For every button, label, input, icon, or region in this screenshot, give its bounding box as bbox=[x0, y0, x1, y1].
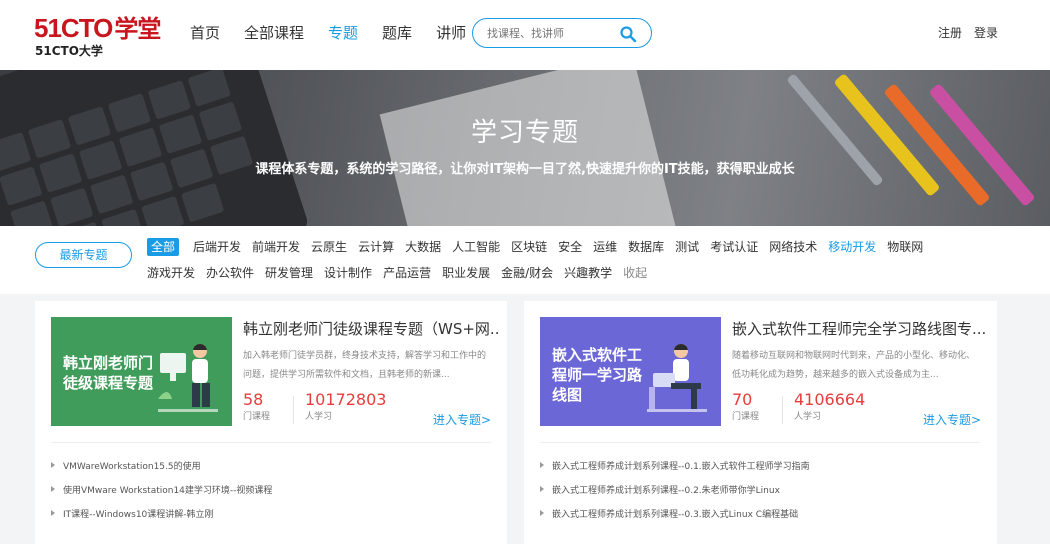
stat-divider bbox=[293, 396, 294, 424]
triangle-bullet-icon bbox=[51, 486, 55, 492]
course-count-label: 门课程 bbox=[732, 412, 760, 422]
collapse-categories-link[interactable]: 收起 bbox=[623, 264, 647, 282]
learner-count: 4106664 人学习 bbox=[794, 389, 865, 423]
category-rd-management[interactable]: 研发管理 bbox=[265, 264, 313, 282]
learner-count-label: 人学习 bbox=[305, 412, 333, 422]
list-item[interactable]: 嵌入式工程师养成计划系列课程--0.2.朱老师带你学Linux bbox=[540, 485, 810, 509]
category-row-1: 全部 后端开发 前端开发 云原生 云计算 大数据 人工智能 区块链 安全 运维 … bbox=[147, 238, 934, 256]
course-list: 嵌入式工程师养成计划系列课程--0.1.嵌入式软件工程师学习指南 嵌入式工程师养… bbox=[540, 461, 810, 533]
site-logo[interactable]: 51CTO学堂 51CTO大学 bbox=[34, 13, 174, 61]
search-input[interactable] bbox=[487, 25, 607, 42]
category-database[interactable]: 数据库 bbox=[628, 238, 664, 256]
latest-topics-button[interactable]: 最新专题 bbox=[35, 242, 132, 268]
enter-topic-link[interactable]: 进入专题> bbox=[923, 411, 981, 428]
nav-home[interactable]: 首页 bbox=[190, 22, 220, 44]
logo-wordmark: 51CTO学堂 bbox=[34, 13, 161, 43]
learner-count-value: 10172803 bbox=[305, 390, 387, 409]
topic-thumbnail[interactable]: 嵌入式软件工程师一学习路线图 bbox=[540, 317, 721, 426]
nav-all-courses[interactable]: 全部课程 bbox=[244, 22, 304, 44]
category-security[interactable]: 安全 bbox=[558, 238, 582, 256]
list-item[interactable]: 嵌入式工程师养成计划系列课程--0.3.嵌入式Linux C编程基础 bbox=[540, 509, 810, 533]
main-nav: 首页 全部课程 专题 题库 讲师 bbox=[190, 22, 490, 44]
category-ai[interactable]: 人工智能 bbox=[452, 238, 500, 256]
site-header: 51CTO学堂 51CTO大学 首页 全部课程 专题 题库 讲师 注册 登录 bbox=[0, 0, 1050, 70]
card-divider bbox=[51, 442, 491, 443]
register-link[interactable]: 注册 bbox=[938, 24, 962, 42]
auth-links: 注册 登录 bbox=[926, 24, 998, 42]
nav-question-bank[interactable]: 题库 bbox=[382, 22, 412, 44]
search-icon[interactable] bbox=[619, 25, 637, 43]
course-count-value: 70 bbox=[732, 390, 753, 409]
category-big-data[interactable]: 大数据 bbox=[405, 238, 441, 256]
category-row-2: 游戏开发 办公软件 研发管理 设计制作 产品运营 职业发展 金融/财会 兴趣教学… bbox=[147, 264, 658, 282]
list-item[interactable]: VMWareWorkstation15.5的使用 bbox=[51, 461, 272, 485]
learner-count-label: 人学习 bbox=[794, 412, 822, 422]
list-item[interactable]: IT课程--Windows10课程讲解-韩立刚 bbox=[51, 509, 272, 533]
category-certification[interactable]: 考试认证 bbox=[710, 238, 758, 256]
login-link[interactable]: 登录 bbox=[974, 24, 998, 42]
category-all[interactable]: 全部 bbox=[147, 238, 180, 256]
nav-topics[interactable]: 专题 bbox=[328, 22, 358, 44]
enter-topic-link[interactable]: 进入专题> bbox=[433, 411, 491, 428]
category-frontend[interactable]: 前端开发 bbox=[252, 238, 300, 256]
search-box bbox=[472, 18, 652, 48]
list-item[interactable]: 嵌入式工程师养成计划系列课程--0.1.嵌入式软件工程师学习指南 bbox=[540, 461, 810, 485]
category-filter: 最新专题 全部 后端开发 前端开发 云原生 云计算 大数据 人工智能 区块链 安… bbox=[0, 226, 1050, 294]
topic-card: 韩立刚老师门徒级课程专题 韩立刚老师门徒级课程专题（WS+网... 加入韩老师门… bbox=[35, 301, 507, 544]
triangle-bullet-icon bbox=[540, 462, 544, 468]
course-list: VMWareWorkstation15.5的使用 使用VMware Workst… bbox=[51, 461, 272, 533]
category-cloud-computing[interactable]: 云计算 bbox=[358, 238, 394, 256]
course-count: 58 门课程 bbox=[243, 389, 270, 423]
category-game-dev[interactable]: 游戏开发 bbox=[147, 264, 195, 282]
triangle-bullet-icon bbox=[51, 510, 55, 516]
category-blockchain[interactable]: 区块链 bbox=[511, 238, 547, 256]
person-at-computer-icon bbox=[158, 343, 218, 412]
category-office[interactable]: 办公软件 bbox=[206, 264, 254, 282]
list-item[interactable]: 使用VMware Workstation14建学习环境--视频课程 bbox=[51, 485, 272, 509]
card-divider bbox=[540, 442, 980, 443]
category-iot[interactable]: 物联网 bbox=[887, 238, 923, 256]
course-count-label: 门课程 bbox=[243, 412, 271, 422]
category-mobile[interactable]: 移动开发 bbox=[828, 238, 876, 256]
topic-card: 嵌入式软件工程师一学习路线图 嵌入式软件工程师完全学习路线图专... 随着移动互… bbox=[524, 301, 997, 544]
learner-count-value: 4106664 bbox=[794, 390, 866, 409]
course-count: 70 门课程 bbox=[732, 389, 759, 423]
topic-title[interactable]: 嵌入式软件工程师完全学习路线图专... bbox=[732, 318, 988, 340]
topic-description: 加入韩老师门徒学员群，终身技术支持，解答学习和工作中的问题，提供学习所需软件和文… bbox=[243, 351, 487, 380]
category-design[interactable]: 设计制作 bbox=[324, 264, 372, 282]
banner-title: 学习专题 bbox=[470, 118, 579, 148]
category-hobby[interactable]: 兴趣教学 bbox=[564, 264, 612, 282]
category-cloud-native[interactable]: 云原生 bbox=[311, 238, 347, 256]
category-product[interactable]: 产品运营 bbox=[383, 264, 431, 282]
topic-title[interactable]: 韩立刚老师门徒级课程专题（WS+网... bbox=[243, 318, 499, 340]
category-backend[interactable]: 后端开发 bbox=[193, 238, 241, 256]
topic-thumbnail[interactable]: 韩立刚老师门徒级课程专题 bbox=[51, 317, 232, 426]
topics-banner: 学习专题 课程体系专题，系统的学习路径，让你对IT架构一目了然,快速提升你的IT… bbox=[0, 70, 1050, 226]
topic-description: 随着移动互联网和物联网时代到来，产品的小型化、移动化、低功耗化成为趋势，越来越多… bbox=[732, 351, 976, 380]
category-ops[interactable]: 运维 bbox=[593, 238, 617, 256]
category-testing[interactable]: 测试 bbox=[675, 238, 699, 256]
stat-divider bbox=[782, 396, 783, 424]
category-networking[interactable]: 网络技术 bbox=[769, 238, 817, 256]
triangle-bullet-icon bbox=[51, 462, 55, 468]
course-count-value: 58 bbox=[243, 390, 264, 409]
category-career[interactable]: 职业发展 bbox=[442, 264, 490, 282]
learner-count: 10172803 人学习 bbox=[305, 389, 386, 423]
triangle-bullet-icon bbox=[540, 486, 544, 492]
nav-instructors[interactable]: 讲师 bbox=[436, 22, 466, 44]
category-finance[interactable]: 金融/财会 bbox=[501, 264, 553, 282]
logo-subtitle: 51CTO大学 bbox=[35, 44, 103, 58]
triangle-bullet-icon bbox=[540, 510, 544, 516]
thumbnail-title: 嵌入式软件工程师一学习路线图 bbox=[552, 346, 643, 404]
person-at-laptop-icon bbox=[647, 343, 707, 412]
thumbnail-title: 韩立刚老师门徒级课程专题 bbox=[63, 354, 154, 392]
banner-subtitle: 课程体系专题，系统的学习路径，让你对IT架构一目了然,快速提升你的IT技能，获得… bbox=[255, 162, 795, 177]
